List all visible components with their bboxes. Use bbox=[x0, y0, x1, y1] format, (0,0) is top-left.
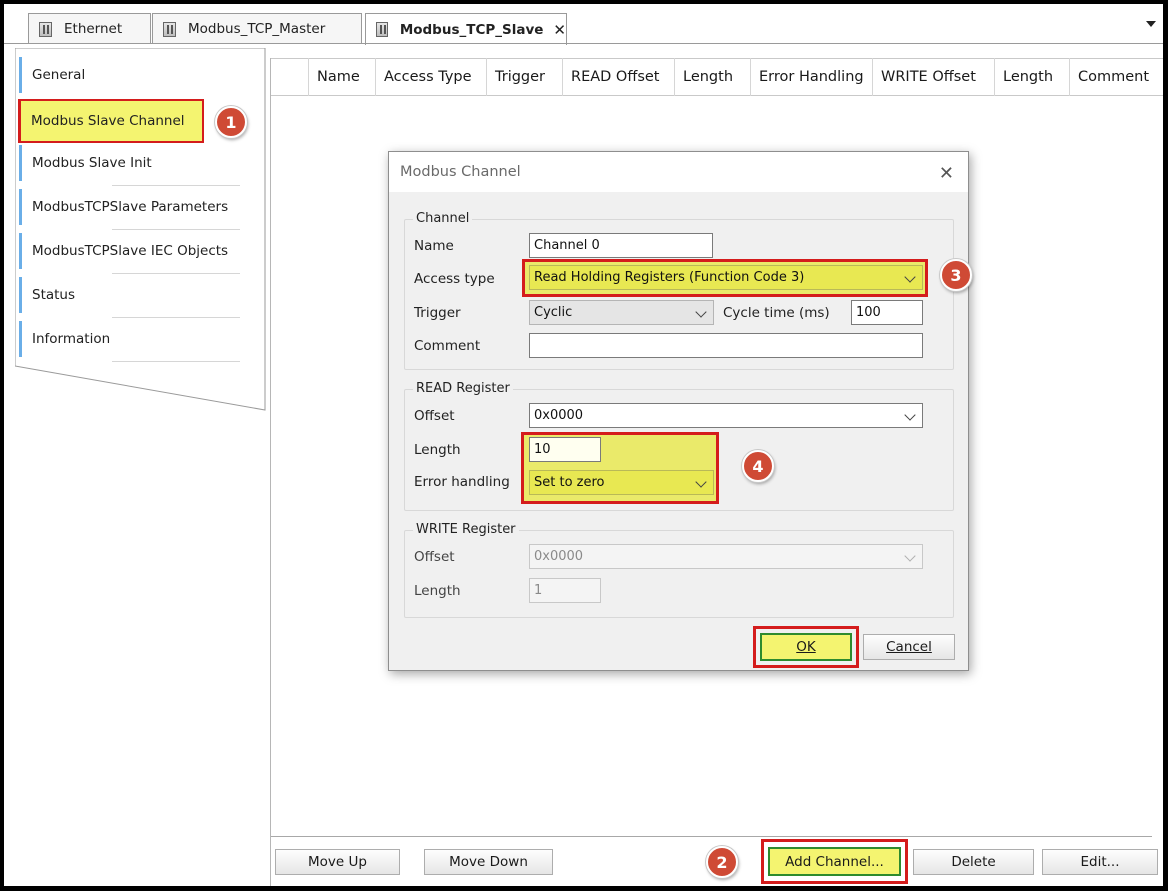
column-header-write-length[interactable]: Length bbox=[994, 58, 1069, 96]
tab-label: Modbus_TCP_Slave bbox=[399, 21, 544, 38]
step-badge-4: 4 bbox=[742, 450, 774, 482]
chevron-down-icon bbox=[904, 550, 916, 562]
table-header: Name Access Type Trigger READ Offset Len… bbox=[271, 58, 1163, 96]
divider bbox=[112, 273, 240, 274]
divider bbox=[112, 317, 240, 318]
name-field[interactable]: Channel 0 bbox=[529, 233, 713, 258]
sidebar-item-information[interactable]: Information bbox=[19, 321, 240, 362]
cancel-button[interactable]: Cancel bbox=[863, 634, 955, 660]
chevron-down-icon bbox=[695, 476, 707, 488]
read-offset-label: Offset bbox=[414, 408, 455, 424]
dialog-title-bar: Modbus Channel bbox=[389, 152, 968, 192]
chevron-down-icon bbox=[904, 271, 916, 283]
column-header-write-offset[interactable]: WRITE Offset bbox=[872, 58, 994, 96]
trigger-value: Cyclic bbox=[534, 305, 573, 320]
access-type-select[interactable]: Read Holding Registers (Function Code 3) bbox=[529, 265, 923, 290]
tab-modbus-tcp-slave[interactable]: Modbus_TCP_Slave ✕ bbox=[365, 13, 567, 45]
name-label: Name bbox=[414, 238, 454, 254]
device-icon bbox=[163, 21, 176, 37]
device-icon bbox=[376, 22, 388, 37]
move-up-button[interactable]: Move Up bbox=[275, 849, 400, 875]
divider bbox=[112, 361, 240, 362]
table-bottom-border bbox=[271, 836, 1152, 837]
step-badge-2: 2 bbox=[706, 846, 738, 878]
sidebar-item-modbus-slave-init[interactable]: Modbus Slave Init bbox=[19, 145, 240, 186]
group-title: WRITE Register bbox=[413, 522, 519, 537]
read-offset-value: 0x0000 bbox=[534, 408, 584, 423]
divider bbox=[112, 229, 240, 230]
error-handling-select[interactable]: Set to zero bbox=[529, 470, 714, 495]
editor-tab-strip: Ethernet Modbus_TCP_Master Modbus_TCP_Sl… bbox=[4, 4, 1163, 45]
column-header-trigger[interactable]: Trigger bbox=[486, 58, 562, 96]
sidebar-item-label: ModbusTCPSlave Parameters bbox=[32, 199, 229, 215]
sidebar-item-label: Modbus Slave Init bbox=[32, 155, 152, 171]
group-title: READ Register bbox=[413, 381, 513, 396]
write-length-label: Length bbox=[414, 583, 461, 599]
tab-label: Modbus_TCP_Master bbox=[188, 21, 326, 37]
chevron-down-icon[interactable] bbox=[1146, 21, 1156, 27]
column-header-name[interactable]: Name bbox=[308, 58, 375, 96]
write-length-field[interactable]: 1 bbox=[529, 578, 601, 603]
comment-label: Comment bbox=[414, 338, 481, 354]
access-type-label: Access type bbox=[414, 271, 495, 287]
write-offset-label: Offset bbox=[414, 549, 455, 565]
edit-button[interactable]: Edit... bbox=[1042, 849, 1158, 875]
step-badge-1: 1 bbox=[215, 106, 247, 138]
sidebar-item-label: Information bbox=[32, 331, 111, 347]
divider bbox=[112, 185, 240, 186]
close-icon[interactable]: ✕ bbox=[939, 163, 954, 184]
ok-button[interactable]: OK bbox=[760, 633, 852, 661]
trigger-select[interactable]: Cyclic bbox=[529, 300, 714, 325]
close-icon[interactable]: ✕ bbox=[553, 21, 566, 39]
column-header-select bbox=[271, 58, 308, 96]
device-icon bbox=[39, 21, 52, 37]
error-handling-value: Set to zero bbox=[534, 475, 605, 490]
step-badge-3: 3 bbox=[940, 259, 972, 291]
column-header-error-handling[interactable]: Error Handling bbox=[750, 58, 872, 96]
chevron-down-icon bbox=[695, 306, 707, 318]
group-title: Channel bbox=[413, 211, 473, 226]
sidebar: General Modbus Slave Channel Modbus Slav… bbox=[15, 48, 267, 414]
sidebar-item-label: Status bbox=[32, 287, 76, 303]
column-header-read-length[interactable]: Length bbox=[674, 58, 750, 96]
sidebar-item-tcp-slave-iec-objects[interactable]: ModbusTCPSlave IEC Objects bbox=[19, 233, 240, 274]
delete-button[interactable]: Delete bbox=[913, 849, 1034, 875]
sidebar-item-label: ModbusTCPSlave IEC Objects bbox=[32, 243, 229, 259]
error-handling-label: Error handling bbox=[414, 474, 510, 490]
chevron-down-icon bbox=[904, 409, 916, 421]
cycle-time-label: Cycle time (ms) bbox=[723, 305, 830, 321]
sidebar-item-label: Modbus Slave Channel bbox=[31, 113, 185, 129]
tab-strip-divider bbox=[4, 43, 1163, 44]
sidebar-item-general[interactable]: General bbox=[19, 57, 231, 93]
tab-label: Ethernet bbox=[64, 21, 123, 37]
read-length-field[interactable]: 10 bbox=[529, 437, 601, 462]
column-header-access-type[interactable]: Access Type bbox=[375, 58, 486, 96]
comment-field[interactable] bbox=[529, 333, 923, 358]
modbus-channel-dialog: Modbus Channel ✕ Channel Name Channel 0 … bbox=[388, 151, 969, 671]
sidebar-item-modbus-slave-channel[interactable]: Modbus Slave Channel bbox=[18, 99, 204, 143]
sidebar-item-tcp-slave-parameters[interactable]: ModbusTCPSlave Parameters bbox=[19, 189, 240, 230]
column-header-comment[interactable]: Comment bbox=[1069, 58, 1163, 96]
dialog-title: Modbus Channel bbox=[400, 164, 521, 180]
tab-modbus-tcp-master[interactable]: Modbus_TCP_Master bbox=[152, 13, 362, 44]
editor-window: Ethernet Modbus_TCP_Master Modbus_TCP_Sl… bbox=[4, 4, 1163, 886]
write-offset-select[interactable]: 0x0000 bbox=[529, 544, 923, 569]
cycle-time-field[interactable]: 100 bbox=[851, 300, 923, 325]
write-offset-value: 0x0000 bbox=[534, 549, 584, 564]
add-channel-button[interactable]: Add Channel... bbox=[768, 847, 901, 876]
access-type-value: Read Holding Registers (Function Code 3) bbox=[534, 270, 805, 285]
column-header-read-offset[interactable]: READ Offset bbox=[562, 58, 674, 96]
move-down-button[interactable]: Move Down bbox=[424, 849, 553, 875]
sidebar-item-status[interactable]: Status bbox=[19, 277, 240, 318]
tab-ethernet[interactable]: Ethernet bbox=[28, 13, 151, 44]
sidebar-item-label: General bbox=[32, 67, 86, 83]
read-length-label: Length bbox=[414, 442, 461, 458]
trigger-label: Trigger bbox=[414, 305, 461, 321]
read-offset-select[interactable]: 0x0000 bbox=[529, 403, 923, 428]
